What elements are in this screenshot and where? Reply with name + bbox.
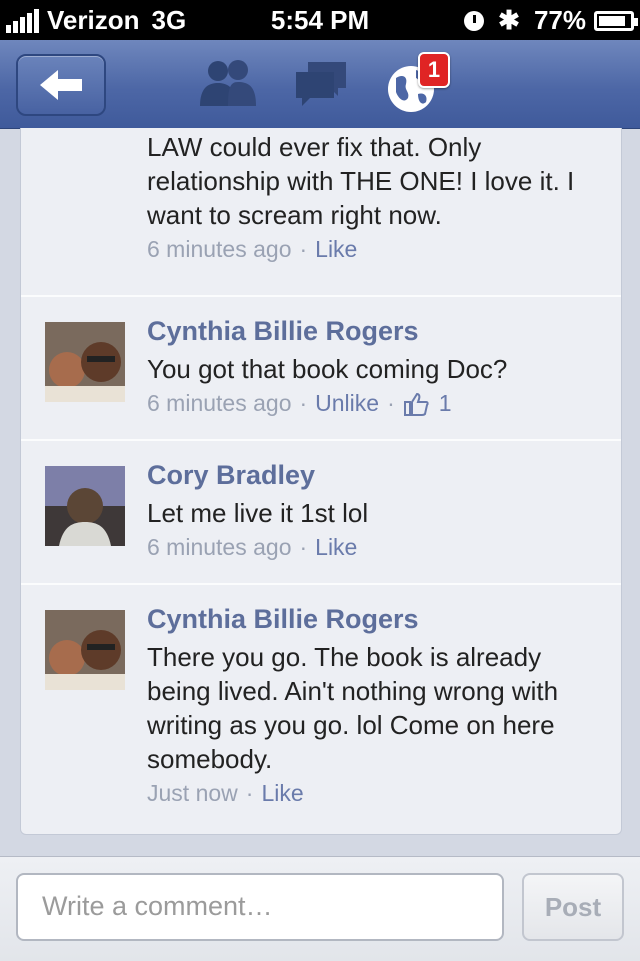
battery-icon	[594, 10, 638, 31]
post-button[interactable]: Post	[522, 873, 624, 941]
comment-text: Let me live it 1st lol	[147, 498, 369, 528]
comment-body: No church laws, no family laws, NO LAW c…	[147, 128, 607, 263]
avatar[interactable]	[45, 610, 125, 690]
thumbs-up-icon[interactable]	[403, 392, 429, 416]
status-bar: Verizon 3G 5:54 PM ✱ 77%	[0, 0, 640, 40]
comment-input[interactable]: Write a comment…	[16, 873, 504, 941]
comment-meta: Just now · Like	[147, 780, 607, 807]
bluetooth-icon: ✱	[498, 5, 520, 35]
back-arrow-icon	[40, 70, 82, 100]
like-link[interactable]: Like	[261, 780, 303, 807]
comment-item: Cynthia Billie Rogers You got that book …	[21, 296, 621, 441]
comment-timestamp: Just now	[147, 780, 238, 806]
navigation-bar: 1	[0, 40, 640, 129]
comment-text: You got that book coming Doc?	[147, 354, 508, 384]
comment-meta: 6 minutes ago · Like	[147, 534, 607, 561]
friend-requests-icon[interactable]	[198, 58, 260, 108]
separator-dot: ·	[299, 236, 308, 262]
avatar[interactable]	[45, 466, 125, 546]
comment-item: No church laws, no family laws, NO LAW c…	[21, 128, 621, 297]
comment-body: Cynthia Billie Rogers You got that book …	[147, 316, 607, 417]
like-link[interactable]: Like	[315, 236, 357, 263]
unlike-link[interactable]: Unlike	[315, 390, 379, 417]
comment-author[interactable]: Cynthia Billie Rogers	[147, 316, 607, 352]
separator-dot: ·	[299, 534, 308, 560]
comment-author[interactable]: Cynthia Billie Rogers	[147, 604, 607, 640]
comment-meta: 6 minutes ago · Like	[147, 236, 607, 263]
avatar[interactable]	[45, 322, 125, 402]
comment-timestamp: 6 minutes ago	[147, 534, 292, 560]
like-link[interactable]: Like	[315, 534, 357, 561]
comment-author[interactable]: Cory Bradley	[147, 460, 607, 496]
comment-text: No church laws, no family laws, NO LAW c…	[147, 132, 575, 230]
messages-icon[interactable]	[294, 58, 350, 108]
separator-dot: ·	[245, 780, 254, 806]
like-count[interactable]: 1	[439, 390, 452, 417]
comment-text: There you go. The book is already being …	[147, 642, 559, 774]
comment-body: Cynthia Billie Rogers There you go. The …	[147, 604, 607, 807]
comment-item: Cory Bradley Let me live it 1st lol 6 mi…	[21, 440, 621, 585]
notification-badge: 1	[418, 52, 450, 88]
separator-dot: ·	[299, 390, 308, 416]
comment-timestamp: 6 minutes ago	[147, 390, 292, 416]
back-button[interactable]	[16, 54, 106, 116]
comments-list: No church laws, no family laws, NO LAW c…	[20, 128, 622, 835]
comment-item: Cynthia Billie Rogers There you go. The …	[21, 584, 621, 834]
comment-body: Cory Bradley Let me live it 1st lol 6 mi…	[147, 460, 607, 561]
battery-percent: 77%	[533, 5, 586, 35]
comment-timestamp: 6 minutes ago	[147, 236, 292, 262]
comment-compose-bar: Write a comment… Post	[0, 856, 640, 961]
comment-meta: 6 minutes ago · Unlike · 1	[147, 390, 607, 417]
alarm-clock-icon	[464, 10, 485, 31]
separator-dot: ·	[387, 390, 395, 416]
